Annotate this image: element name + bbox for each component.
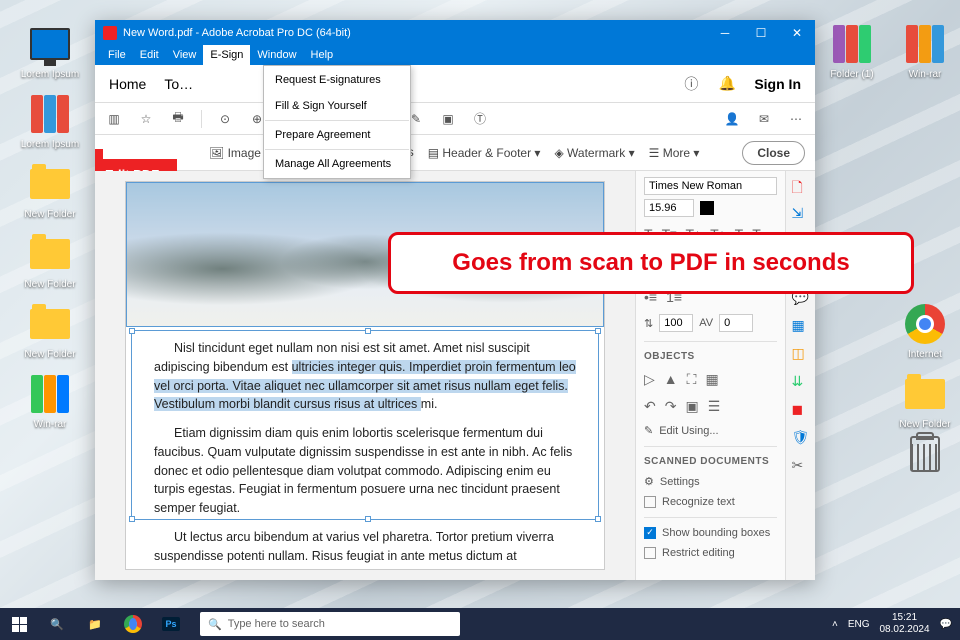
edit-header-footer[interactable]: ▤ Header & Footer ▾ [428,146,541,160]
strip-protect-icon[interactable]: 🛡 [792,429,810,447]
strip-redact-icon[interactable]: ◼ [792,401,810,419]
strip-organize-icon[interactable]: ▦ [792,317,810,335]
desktop-icon[interactable]: New Folder [895,372,955,430]
close-button[interactable]: ✕ [779,20,815,45]
color-swatch[interactable] [700,201,714,215]
spacing-2[interactable] [719,314,753,332]
strip-create-icon[interactable]: 🗋 [792,177,810,195]
titlebar: New Word.pdf - Adobe Acrobat Pro DC (64-… [95,20,815,45]
desktop-icon[interactable]: New Folder [20,302,80,360]
system-tray: ˄ ENG 15:2108.02.2024 💬 [832,612,960,636]
font-select[interactable] [644,177,777,195]
acrobat-icon [103,26,117,40]
desktop-icon[interactable]: Internet [895,302,955,360]
window-title: New Word.pdf - Adobe Acrobat Pro DC (64-… [123,27,707,39]
text-icon[interactable]: Ⓣ [471,110,489,128]
bell-icon[interactable]: 🔔 [718,75,736,93]
menu-edit[interactable]: Edit [133,45,166,65]
sidebar-icon[interactable]: ▥ [105,110,123,128]
minimize-button[interactable]: ─ [707,20,743,45]
taskbar-explorer-icon[interactable]: 📁 [76,608,114,640]
crop-icon[interactable]: ⛶ [687,371,697,388]
stamp-icon[interactable]: ▣ [439,110,457,128]
taskbar-search-icon[interactable]: 🔍 [38,608,76,640]
settings-button[interactable]: ⚙ Settings [644,471,777,492]
desktop-icon[interactable] [895,432,955,479]
desktop-icon[interactable]: Lorem Ipsum [20,22,80,80]
dropdown-item[interactable]: Prepare Agreement [265,122,409,148]
desktop-icon[interactable]: Win-rar [20,372,80,430]
flip-v-icon[interactable]: ▲ [664,371,678,388]
share-icon[interactable]: 👤 [723,110,741,128]
help-icon[interactable]: ⓘ [682,75,700,93]
align-obj-icon[interactable]: ☰ [708,398,721,415]
scanned-header: SCANNED DOCUMENTS [644,452,777,471]
desktop-icon[interactable]: Folder (1) [822,22,882,80]
taskbar-chrome-icon[interactable] [114,608,152,640]
page-up-icon[interactable]: ⊙ [216,110,234,128]
home-tab[interactable]: Home [109,76,146,92]
tray-lang[interactable]: ENG [848,619,870,630]
rotate-l-icon[interactable]: ↶ [644,398,656,415]
arrange-icon[interactable]: ▣ [685,398,698,415]
show-boxes-checkbox[interactable]: ✓ Show bounding boxes [644,523,777,543]
spacing-1[interactable] [659,314,693,332]
edit-using-button[interactable]: ✎ Edit Using... [644,420,777,441]
toolbar: ▥ ☆ 🖶 ⊙ ⊕ 2 / 5 💬 🖍 ✎ ▣ Ⓣ 👤 ✉ ⋯ [95,103,815,135]
desktop-icon[interactable]: Lorem Ipsum [20,92,80,150]
tools-tab[interactable]: To… [164,76,193,92]
replace-icon[interactable]: ▦ [705,371,718,388]
taskbar: 🔍 📁 Ps 🔍 Type here to search ˄ ENG 15:21… [0,608,960,640]
strip-more-icon[interactable]: ✂ [792,457,810,475]
maximize-button[interactable]: ☐ [743,20,779,45]
menu-view[interactable]: View [166,45,204,65]
dropdown-item[interactable]: Request E-signatures [265,67,409,93]
rotate-r-icon[interactable]: ↷ [665,398,677,415]
strip-export-icon[interactable]: ⇲ [792,205,810,223]
dropdown-item[interactable]: Fill & Sign Yourself [265,93,409,119]
edit-more[interactable]: ☰ More ▾ [649,146,700,160]
start-button[interactable] [0,608,38,640]
edit-add-image[interactable]: 🖼 Image [209,146,261,160]
tray-chevron-icon[interactable]: ˄ [832,619,838,630]
edit-toolbar: 🖼 Image 🔗 Link ▾ ⛶ Crop Pages ▤ Header &… [95,135,815,171]
objects-header: OBJECTS [644,347,777,366]
desktop-icon[interactable]: Win-rar [895,22,955,80]
desktop-icon[interactable]: New Folder [20,232,80,290]
desktop-icon[interactable]: New Folder [20,162,80,220]
acrobat-window: New Word.pdf - Adobe Acrobat Pro DC (64-… [95,20,815,580]
kerning-icon: AV [699,317,713,329]
dropdown-item[interactable]: Manage All Agreements [265,151,409,177]
mail-icon[interactable]: ✉ [755,110,773,128]
line-height-icon: ⇅ [644,317,653,330]
esign-dropdown: Request E-signaturesFill & Sign Yourself… [263,65,411,179]
taskbar-ps-icon[interactable]: Ps [152,608,190,640]
print-icon[interactable]: 🖶 [169,110,187,128]
edit-watermark[interactable]: ◈ Watermark ▾ [554,146,634,160]
home-row: Home To… ⓘ 🔔 Sign In [95,65,815,103]
menu-window[interactable]: Window [250,45,303,65]
flip-h-icon[interactable]: ▷ [644,371,655,388]
close-edit-button[interactable]: Close [742,141,805,165]
page-text[interactable]: Nisl tincidunt eget nullam non nisi est … [126,327,604,580]
tray-clock[interactable]: 15:2108.02.2024 [879,612,929,636]
menu-help[interactable]: Help [304,45,341,65]
strip-compress-icon[interactable]: ⇊ [792,373,810,391]
tray-notifications-icon[interactable]: 💬 [940,619,952,630]
strip-combine-icon[interactable]: ◫ [792,345,810,363]
classic-menu: FileEditViewE-SignWindowHelp [95,45,815,65]
more-icon[interactable]: ⋯ [787,110,805,128]
font-size[interactable] [644,199,694,217]
restrict-checkbox[interactable]: Restrict editing [644,543,777,563]
menu-e-sign[interactable]: E-Sign [203,45,250,65]
recognize-checkbox[interactable]: Recognize text [644,492,777,512]
taskbar-search[interactable]: 🔍 Type here to search [200,612,460,636]
star-icon[interactable]: ☆ [137,110,155,128]
marketing-callout: Goes from scan to PDF in seconds [388,232,914,294]
sign-in-button[interactable]: Sign In [754,76,801,92]
menu-file[interactable]: File [101,45,133,65]
